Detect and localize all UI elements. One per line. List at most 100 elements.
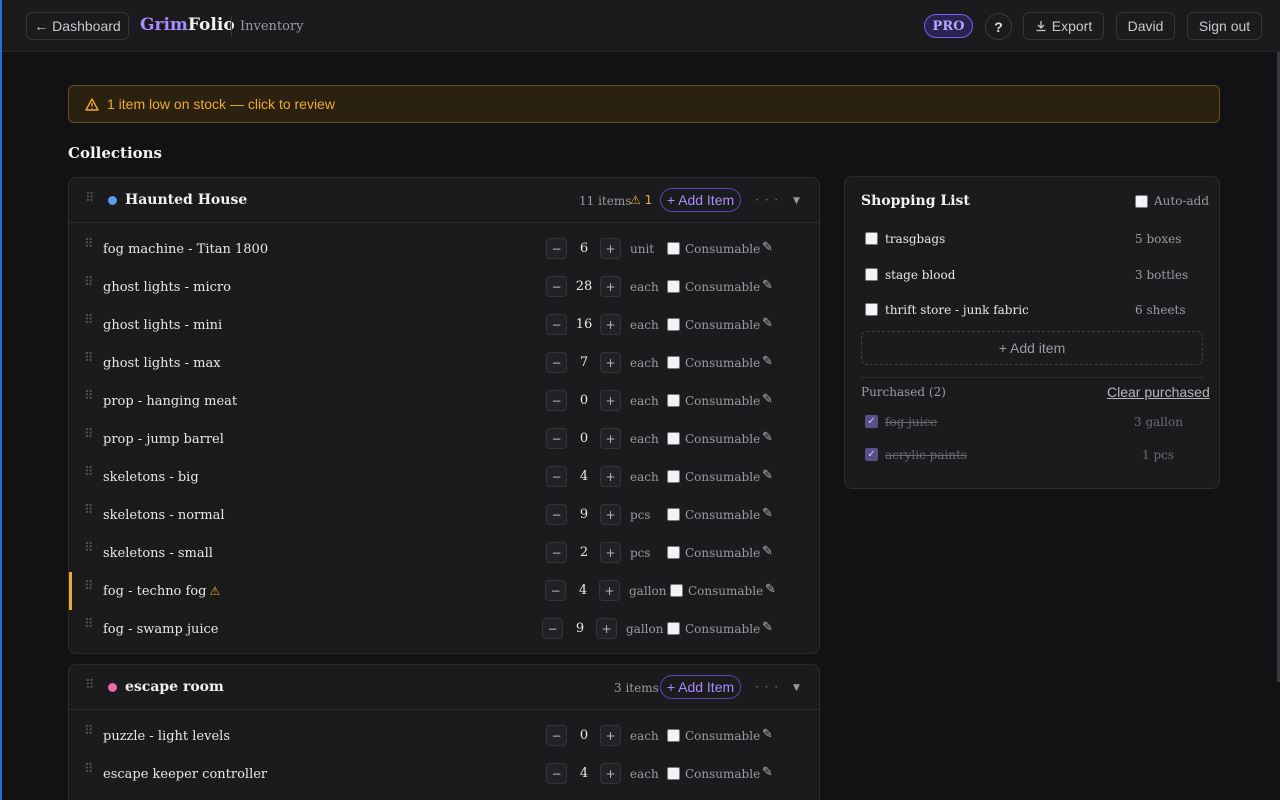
decrement-button[interactable]: −	[545, 580, 566, 601]
add-shopping-item-button[interactable]: + Add item	[861, 331, 1203, 365]
increment-button[interactable]: +	[600, 504, 621, 525]
export-button[interactable]: Export	[1023, 12, 1104, 40]
consumable-checkbox[interactable]	[667, 546, 680, 559]
increment-button[interactable]: +	[600, 428, 621, 449]
drag-handle-icon[interactable]: ⠿	[84, 466, 93, 479]
chevron-down-icon[interactable]: ▼	[793, 196, 800, 206]
consumable-checkbox[interactable]	[667, 318, 680, 331]
pencil-icon[interactable]: ✎	[762, 316, 773, 331]
increment-button[interactable]: +	[600, 466, 621, 487]
increment-button[interactable]: +	[596, 618, 617, 639]
decrement-button[interactable]: −	[542, 618, 563, 639]
drag-handle-icon[interactable]: ⠿	[84, 725, 93, 738]
item-quantity[interactable]: 4	[569, 469, 599, 484]
drag-handle-icon[interactable]: ⠿	[84, 428, 93, 441]
add-item-button[interactable]: + Add Item	[660, 675, 741, 699]
more-icon[interactable]: · · ·	[755, 680, 779, 694]
consumable-checkbox[interactable]	[667, 729, 680, 742]
consumable-checkbox[interactable]	[667, 394, 680, 407]
item-quantity[interactable]: 28	[569, 279, 599, 294]
decrement-button[interactable]: −	[546, 276, 567, 297]
pencil-icon[interactable]: ✎	[762, 392, 773, 407]
back-to-dashboard-button[interactable]: ← Dashboard	[26, 12, 129, 40]
increment-button[interactable]: +	[600, 276, 621, 297]
pencil-icon[interactable]: ✎	[762, 544, 773, 559]
increment-button[interactable]: +	[600, 390, 621, 411]
decrement-button[interactable]: −	[546, 428, 567, 449]
purchased-checkbox[interactable]: ✓	[865, 448, 878, 461]
drag-handle-icon[interactable]: ⠿	[84, 763, 93, 776]
item-quantity[interactable]: 9	[565, 621, 595, 636]
decrement-button[interactable]: −	[546, 725, 567, 746]
item-quantity[interactable]: 0	[569, 393, 599, 408]
shopping-item-checkbox[interactable]	[865, 267, 878, 281]
increment-button[interactable]: +	[600, 542, 621, 563]
decrement-button[interactable]: −	[546, 542, 567, 563]
pencil-icon[interactable]: ✎	[762, 468, 773, 483]
increment-button[interactable]: +	[600, 763, 621, 784]
decrement-button[interactable]: −	[546, 352, 567, 373]
auto-add-checkbox[interactable]	[1135, 195, 1148, 208]
chevron-down-icon[interactable]: ▼	[793, 683, 800, 693]
pencil-icon[interactable]: ✎	[762, 278, 773, 293]
item-quantity[interactable]: 7	[569, 355, 599, 370]
item-quantity[interactable]: 16	[569, 317, 599, 332]
brand-logo[interactable]: GrimFolio	[140, 15, 235, 35]
decrement-button[interactable]: −	[546, 504, 567, 525]
increment-button[interactable]: +	[600, 314, 621, 335]
decrement-button[interactable]: −	[546, 763, 567, 784]
shopping-item-checkbox[interactable]	[865, 303, 878, 316]
sign-out-button[interactable]: Sign out	[1187, 12, 1262, 40]
item-quantity[interactable]: 0	[569, 728, 599, 743]
increment-button[interactable]: +	[600, 352, 621, 373]
user-button[interactable]: David	[1116, 12, 1175, 40]
pencil-icon[interactable]: ✎	[762, 506, 773, 521]
item-quantity[interactable]: 9	[569, 507, 599, 522]
drag-handle-icon[interactable]: ⠿	[84, 238, 93, 251]
pencil-icon[interactable]: ✎	[762, 354, 773, 369]
more-icon[interactable]: · · ·	[755, 193, 779, 207]
pencil-icon[interactable]: ✎	[765, 582, 776, 597]
consumable-checkbox[interactable]	[667, 432, 680, 445]
item-quantity[interactable]: 6	[569, 241, 599, 256]
consumable-checkbox[interactable]	[667, 622, 680, 635]
drag-handle-icon[interactable]: ⠿	[85, 192, 94, 205]
consumable-checkbox[interactable]	[667, 767, 680, 780]
item-quantity[interactable]: 4	[568, 583, 598, 598]
item-quantity[interactable]: 2	[569, 545, 599, 560]
drag-handle-icon[interactable]: ⠿	[85, 679, 94, 692]
consumable-checkbox[interactable]	[670, 584, 683, 597]
add-item-button[interactable]: + Add Item	[660, 188, 741, 212]
drag-handle-icon[interactable]: ⠿	[84, 276, 93, 289]
item-quantity[interactable]: 4	[569, 766, 599, 781]
drag-handle-icon[interactable]: ⠿	[84, 542, 93, 555]
consumable-checkbox[interactable]	[667, 356, 680, 369]
increment-button[interactable]: +	[600, 725, 621, 746]
pencil-icon[interactable]: ✎	[762, 430, 773, 445]
pencil-icon[interactable]: ✎	[762, 240, 773, 255]
drag-handle-icon[interactable]: ⠿	[84, 580, 93, 593]
decrement-button[interactable]: −	[546, 390, 567, 411]
decrement-button[interactable]: −	[546, 466, 567, 487]
drag-handle-icon[interactable]: ⠿	[84, 618, 93, 631]
low-stock-alert[interactable]: 1 item low on stock — click to review	[68, 85, 1220, 123]
consumable-checkbox[interactable]	[667, 280, 680, 293]
increment-button[interactable]: +	[599, 580, 620, 601]
item-quantity[interactable]: 0	[569, 431, 599, 446]
pencil-icon[interactable]: ✎	[762, 620, 773, 635]
drag-handle-icon[interactable]: ⠿	[84, 390, 93, 403]
increment-button[interactable]: +	[600, 238, 621, 259]
pencil-icon[interactable]: ✎	[762, 765, 773, 780]
consumable-checkbox[interactable]	[667, 242, 680, 255]
consumable-checkbox[interactable]	[667, 470, 680, 483]
decrement-button[interactable]: −	[546, 238, 567, 259]
clear-purchased-link[interactable]: Clear purchased	[1107, 384, 1210, 400]
help-button[interactable]: ?	[985, 13, 1012, 40]
drag-handle-icon[interactable]: ⠿	[84, 314, 93, 327]
consumable-checkbox[interactable]	[667, 508, 680, 521]
purchased-checkbox[interactable]: ✓	[865, 415, 878, 428]
drag-handle-icon[interactable]: ⠿	[84, 352, 93, 365]
drag-handle-icon[interactable]: ⠿	[84, 504, 93, 517]
decrement-button[interactable]: −	[546, 314, 567, 335]
pencil-icon[interactable]: ✎	[762, 727, 773, 742]
